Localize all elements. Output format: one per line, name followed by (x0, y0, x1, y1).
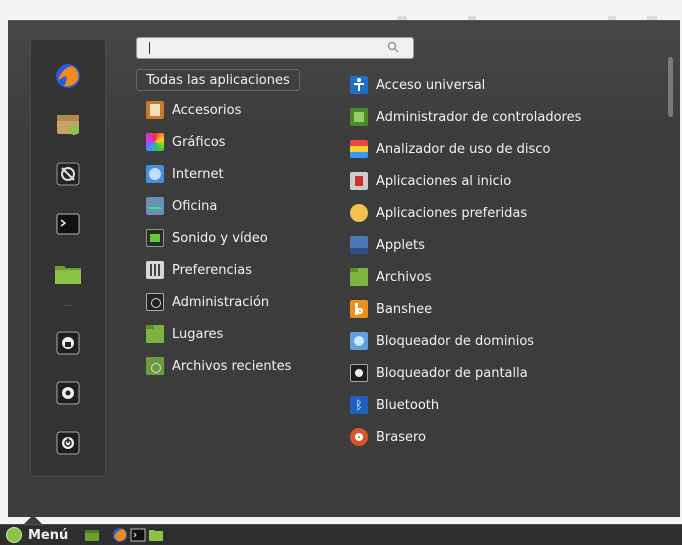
category-places[interactable]: Lugares (146, 322, 223, 346)
text-cursor (149, 42, 150, 54)
driver-manager-icon (350, 108, 368, 126)
app-aplicaciones-preferidas[interactable]: Aplicaciones preferidas (350, 201, 527, 225)
bluetooth-icon: ᛒ (350, 396, 368, 414)
category-label: Lugares (172, 327, 223, 342)
menu-button[interactable]: Menú (6, 525, 68, 545)
app-acceso-universal[interactable]: Acceso universal (350, 73, 485, 97)
banshee-icon (350, 300, 368, 318)
favorites-separator (65, 305, 73, 306)
app-applets[interactable]: Applets (350, 233, 425, 257)
files-folder-icon (350, 268, 368, 286)
category-accessories[interactable]: Accesorios (146, 98, 241, 122)
preferences-icon (146, 261, 164, 279)
app-bluetooth[interactable]: ᛒ Bluetooth (350, 393, 439, 417)
category-graphics[interactable]: Gráficos (146, 130, 225, 154)
screen-locker-icon (350, 364, 368, 382)
app-label: Brasero (376, 430, 426, 445)
app-administrador-controladores[interactable]: Administrador de controladores (350, 105, 581, 129)
category-recent-files[interactable]: Archivos recientes (146, 354, 291, 378)
menu-pointer (24, 515, 42, 524)
app-label: Aplicaciones al inicio (376, 174, 511, 189)
category-label: Gráficos (172, 135, 225, 150)
accessories-icon (146, 101, 164, 119)
app-label: Archivos (376, 270, 431, 285)
terminal-icon[interactable] (52, 208, 84, 240)
shutdown-icon[interactable] (52, 427, 84, 459)
app-bloqueador-dominios[interactable]: Bloqueador de dominios (350, 329, 534, 353)
app-banshee[interactable]: Banshee (350, 297, 432, 321)
show-desktop-icon[interactable] (84, 527, 100, 543)
files-launcher-icon[interactable] (148, 527, 164, 543)
menu-label: Menú (28, 528, 68, 543)
app-bloqueador-pantalla[interactable]: Bloqueador de pantalla (350, 361, 528, 385)
office-icon (146, 197, 164, 215)
category-label: Internet (172, 167, 224, 182)
category-multimedia[interactable]: Sonido y vídeo (146, 226, 268, 250)
multimedia-icon (146, 229, 164, 247)
graphics-icon (146, 133, 164, 151)
mint-logo-icon (6, 527, 22, 543)
software-manager-icon[interactable] (52, 108, 84, 140)
search-input[interactable] (136, 37, 414, 59)
app-label: Bloqueador de pantalla (376, 366, 528, 381)
app-label: Aplicaciones preferidas (376, 206, 527, 221)
scrollbar[interactable] (668, 57, 673, 117)
category-administration[interactable]: Administración (146, 290, 269, 314)
category-label: Administración (172, 295, 269, 310)
category-label: Archivos recientes (172, 359, 291, 374)
favorites-sidebar (30, 39, 106, 477)
internet-icon (146, 165, 164, 183)
app-label: Banshee (376, 302, 432, 317)
app-label: Applets (376, 238, 425, 253)
disk-usage-icon (350, 140, 368, 158)
administration-icon (146, 293, 164, 311)
category-label: Oficina (172, 199, 217, 214)
brasero-icon (350, 428, 368, 446)
app-label: Administrador de controladores (376, 110, 581, 125)
terminal-launcher-icon[interactable] (130, 527, 146, 543)
app-label: Bloqueador de dominios (376, 334, 534, 349)
category-preferences[interactable]: Preferencias (146, 258, 252, 282)
places-folder-icon (146, 325, 164, 343)
category-internet[interactable]: Internet (146, 162, 224, 186)
app-label: Bluetooth (376, 398, 439, 413)
domain-blocker-icon (350, 332, 368, 350)
app-brasero[interactable]: Brasero (350, 425, 426, 449)
applets-icon (350, 236, 368, 254)
recent-files-icon (146, 357, 164, 375)
app-aplicaciones-inicio[interactable]: Aplicaciones al inicio (350, 169, 511, 193)
logout-icon[interactable] (52, 377, 84, 409)
system-settings-icon[interactable] (52, 158, 84, 190)
app-label: Analizador de uso de disco (376, 142, 550, 157)
app-analizador-disco[interactable]: Analizador de uso de disco (350, 137, 550, 161)
category-label: Accesorios (172, 103, 241, 118)
files-icon[interactable] (52, 258, 84, 290)
application-menu: Todas las aplicaciones Accesorios Gráfic… (8, 20, 680, 517)
app-archivos[interactable]: Archivos (350, 265, 431, 289)
all-applications-button[interactable]: Todas las aplicaciones (136, 69, 300, 91)
bottom-panel: Menú (0, 524, 682, 545)
lock-screen-icon[interactable] (52, 327, 84, 359)
search-icon (387, 41, 399, 53)
category-label: Sonido y vídeo (172, 231, 268, 246)
firefox-icon[interactable] (52, 60, 84, 92)
app-label: Acceso universal (376, 78, 485, 93)
firefox-launcher-icon[interactable] (112, 527, 128, 543)
category-label: Preferencias (172, 263, 252, 278)
startup-apps-icon (350, 172, 368, 190)
category-office[interactable]: Oficina (146, 194, 217, 218)
preferred-apps-icon (350, 204, 368, 222)
accessibility-icon (350, 76, 368, 94)
